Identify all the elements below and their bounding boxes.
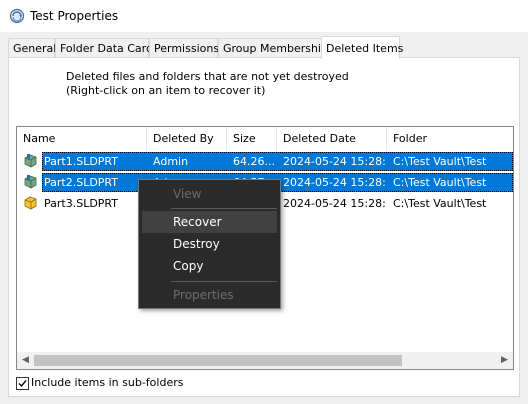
row-folder: C:\Test Vault\Test	[393, 197, 487, 210]
checkmark-icon	[18, 380, 27, 388]
row-name: Part3.SLDPRT	[44, 197, 118, 210]
row-deleted-date: 2024-05-24 15:28:...	[283, 176, 385, 189]
description-line-2: (Right-click on an item to recover it)	[66, 84, 266, 97]
column-header-folder[interactable]: Folder	[387, 127, 513, 151]
row-deleted-date: 2024-05-24 15:28:...	[283, 197, 385, 210]
vault-properties-icon	[9, 8, 25, 24]
scroll-left-icon[interactable]: ◀	[17, 352, 34, 369]
menu-separator	[171, 208, 277, 209]
row-deleted-date: 2024-05-24 15:28:...	[283, 155, 385, 168]
scroll-right-icon[interactable]: ▶	[496, 352, 513, 369]
list-header: Name Deleted By Size Deleted Date Folder	[17, 127, 513, 151]
tab-permissions[interactable]: Permissions	[149, 38, 219, 57]
column-header-deleted-by[interactable]: Deleted By	[147, 127, 227, 151]
tab-group-memberships[interactable]: Group Memberships	[218, 38, 334, 57]
row-name: Part2.SLDPRT	[44, 176, 118, 189]
menu-item-copy[interactable]: Copy	[142, 255, 277, 277]
include-subfolders-checkbox[interactable]	[16, 377, 29, 390]
column-header-name[interactable]: Name	[17, 127, 147, 151]
menu-item-recover[interactable]: Recover	[142, 211, 277, 233]
title-bar: Test Properties	[0, 0, 528, 32]
tab-deleted-items[interactable]: Deleted Items	[321, 36, 403, 59]
row-size: 64.26...	[233, 155, 275, 168]
context-menu: View Recover Destroy Copy Properties	[138, 179, 281, 309]
row-deleted-by: Admin	[153, 155, 189, 168]
row-folder: C:\Test Vault\Test	[393, 176, 487, 189]
horizontal-scrollbar[interactable]: ◀ ▶	[17, 352, 513, 369]
part-icon-green	[24, 154, 37, 168]
part-icon-yellow	[24, 196, 37, 210]
scrollbar-thumb[interactable]	[34, 355, 402, 366]
column-header-size[interactable]: Size	[227, 127, 277, 151]
menu-item-view[interactable]: View	[142, 183, 277, 205]
menu-item-properties[interactable]: Properties	[142, 284, 277, 306]
deleted-items-description: Deleted files and folders that are not y…	[66, 70, 349, 98]
menu-separator	[171, 281, 277, 282]
row-folder: C:\Test Vault\Test	[393, 155, 487, 168]
part-icon-green	[24, 175, 37, 189]
row-name: Part1.SLDPRT	[44, 155, 118, 168]
tab-folder-data-card[interactable]: Folder Data Card	[55, 38, 153, 57]
menu-item-destroy[interactable]: Destroy	[142, 233, 277, 255]
description-line-1: Deleted files and folders that are not y…	[66, 70, 349, 83]
include-subfolders-label[interactable]: Include items in sub-folders	[31, 376, 183, 390]
window-title: Test Properties	[30, 9, 119, 23]
table-row[interactable]: Part1.SLDPRT Admin 64.26... 2024-05-24 1…	[17, 151, 513, 172]
column-header-deleted-date[interactable]: Deleted Date	[277, 127, 387, 151]
tab-general[interactable]: General	[8, 38, 56, 57]
